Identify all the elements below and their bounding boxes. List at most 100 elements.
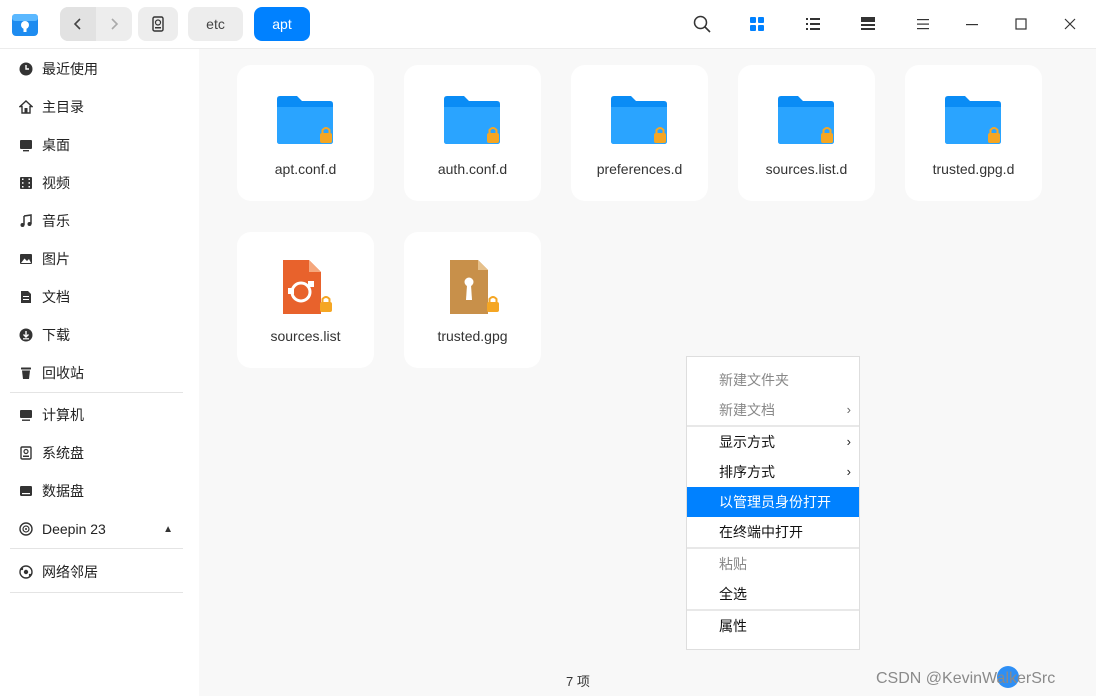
sidebar-item-label: 最近使用 — [42, 61, 98, 77]
menu-item-open-as-admin[interactable]: 以管理员身份打开 — [687, 487, 859, 517]
menu-item-display-mode[interactable]: 显示方式 › — [687, 427, 859, 457]
list-view-button[interactable] — [802, 13, 824, 35]
file-name: sources.list — [270, 328, 341, 344]
file-name: preferences.d — [596, 161, 683, 177]
file-view[interactable]: apt.conf.d auth.conf.d preferences.d sou… — [199, 49, 1096, 696]
sidebar-divider — [10, 392, 183, 393]
list-view-icon — [806, 18, 820, 30]
sidebar-item-label: 计算机 — [42, 407, 84, 423]
file-item-trusted-gpg[interactable]: trusted.gpg — [404, 232, 541, 368]
sidebar-item-label: 主目录 — [42, 99, 84, 115]
file-item-trusted-gpg-d[interactable]: trusted.gpg.d — [905, 65, 1042, 201]
music-icon — [18, 213, 34, 229]
sidebar-item-computer[interactable]: 计算机 — [0, 397, 199, 433]
sidebar-item-home[interactable]: 主目录 — [0, 89, 199, 125]
detail-view-button[interactable] — [857, 13, 879, 35]
main-menu-button[interactable] — [912, 13, 934, 35]
sidebar-item-data-disk[interactable]: 数据盘 — [0, 473, 199, 509]
title-bar: etc apt — [0, 0, 1096, 49]
chevron-right-icon: › — [846, 464, 851, 479]
trash-icon — [18, 365, 34, 381]
sidebar-item-desktop[interactable]: 桌面 — [0, 127, 199, 163]
sidebar-item-videos[interactable]: 视频 — [0, 165, 199, 201]
hard-disk-icon — [152, 16, 164, 32]
image-icon — [18, 251, 34, 267]
context-menu: 新建文件夹 新建文档 › 显示方式 › 排序方式 › 以管理员身份打开 在终端中打开 … — [686, 356, 860, 650]
sidebar-item-downloads[interactable]: 下载 — [0, 317, 199, 353]
maximize-button[interactable] — [1010, 13, 1032, 35]
computer-icon — [18, 407, 34, 423]
chevron-right-icon: › — [846, 434, 851, 449]
sidebar-item-network[interactable]: 网络邻居 — [0, 554, 199, 590]
navigation-buttons — [60, 7, 132, 41]
sidebar-item-label: 音乐 — [42, 213, 70, 229]
chevron-left-icon — [73, 18, 81, 30]
sidebar-item-label: 视频 — [42, 175, 70, 191]
video-icon — [18, 175, 34, 191]
menu-item-paste[interactable]: 粘贴 — [687, 549, 859, 579]
locked-folder-icon — [778, 96, 834, 144]
file-name: apt.conf.d — [274, 161, 337, 177]
sidebar-item-music[interactable]: 音乐 — [0, 203, 199, 239]
locked-folder-icon — [444, 96, 500, 144]
sidebar-item-label: 回收站 — [42, 365, 84, 381]
sidebar-item-documents[interactable]: 文档 — [0, 279, 199, 315]
sidebar-item-label: 桌面 — [42, 137, 70, 153]
sidebar-item-pictures[interactable]: 图片 — [0, 241, 199, 277]
sidebar-item-label: Deepin 23 — [42, 521, 106, 537]
forward-button[interactable] — [96, 7, 132, 41]
breadcrumb-root-disk[interactable] — [138, 7, 178, 41]
file-item-sources-list-d[interactable]: sources.list.d — [738, 65, 875, 201]
menu-item-open-in-terminal[interactable]: 在终端中打开 — [687, 517, 859, 547]
chevron-right-icon — [111, 18, 119, 30]
close-button[interactable] — [1059, 13, 1081, 35]
menu-item-select-all[interactable]: 全选 — [687, 579, 859, 609]
watermark: CSDN @KevinWalkerSrc — [876, 670, 1056, 687]
clock-icon — [18, 61, 34, 77]
desktop-icon — [18, 137, 34, 153]
icon-view-button[interactable] — [746, 13, 768, 35]
maximize-icon — [1015, 18, 1027, 30]
minimize-icon — [966, 24, 978, 26]
locked-folder-icon — [945, 96, 1001, 144]
file-name: sources.list.d — [765, 161, 848, 177]
sidebar-item-system-disk[interactable]: 系统盘 — [0, 435, 199, 471]
sidebar-item-label: 图片 — [42, 251, 70, 267]
menu-item-new-folder[interactable]: 新建文件夹 — [687, 365, 859, 395]
eject-icon[interactable]: ▲ — [163, 524, 173, 535]
file-item-auth-conf-d[interactable]: auth.conf.d — [404, 65, 541, 201]
sidebar-item-label: 文档 — [42, 289, 70, 305]
detail-view-icon — [861, 17, 875, 30]
sidebar-item-recent[interactable]: 最近使用 — [0, 51, 199, 87]
breadcrumb-etc[interactable]: etc — [188, 7, 243, 41]
sidebar-item-trash[interactable]: 回收站 — [0, 355, 199, 391]
file-item-preferences-d[interactable]: preferences.d — [571, 65, 708, 201]
menu-item-properties[interactable]: 属性 — [687, 611, 859, 641]
data-disk-icon — [18, 483, 34, 499]
file-manager-app-icon — [11, 10, 39, 38]
minimize-button[interactable] — [961, 13, 983, 35]
home-icon — [18, 99, 34, 115]
file-name: trusted.gpg.d — [932, 161, 1015, 177]
locked-folder-icon — [611, 96, 667, 144]
locked-text-file-icon — [283, 260, 332, 314]
disc-icon — [18, 521, 34, 537]
hamburger-menu-icon — [917, 19, 929, 30]
item-count: 7 项 — [566, 674, 590, 689]
sidebar-item-label: 系统盘 — [42, 445, 84, 461]
file-name: trusted.gpg — [437, 328, 508, 344]
menu-item-new-document[interactable]: 新建文档 › — [687, 395, 859, 425]
sidebar-item-deepin-23[interactable]: Deepin 23 ▲ — [0, 511, 199, 547]
menu-item-sort-by[interactable]: 排序方式 › — [687, 457, 859, 487]
search-button[interactable] — [691, 13, 713, 35]
search-icon — [693, 15, 711, 33]
breadcrumb-apt[interactable]: apt — [254, 7, 310, 41]
sidebar-divider — [10, 548, 183, 549]
download-icon — [18, 327, 34, 343]
file-item-sources-list[interactable]: sources.list — [237, 232, 374, 368]
locked-key-file-icon — [450, 260, 499, 314]
back-button[interactable] — [60, 7, 96, 41]
network-icon — [18, 564, 34, 580]
system-disk-icon — [18, 445, 34, 461]
file-item-apt-conf-d[interactable]: apt.conf.d — [237, 65, 374, 201]
